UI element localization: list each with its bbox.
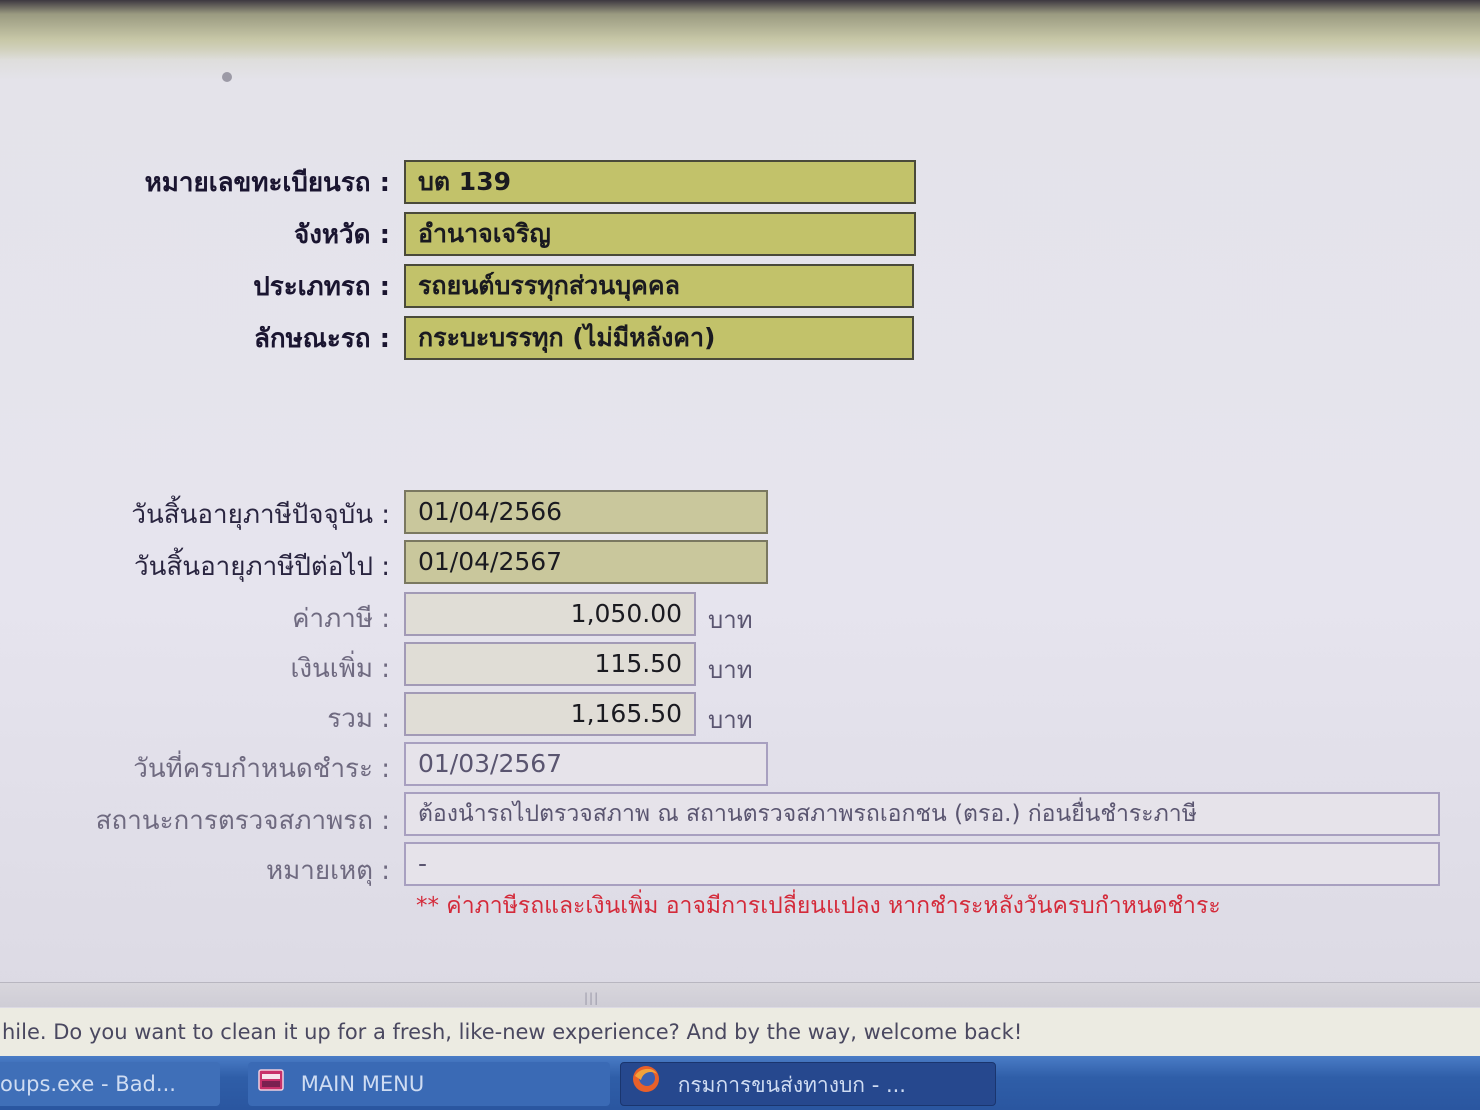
body-type-field: กระบะบรรทุก (ไม่มีหลังคา) [404,316,914,360]
taskbar-item-label: oups.exe - Bad... [0,1072,176,1096]
remark-field: - [404,842,1440,886]
firefox-icon [631,1064,661,1106]
inspection-status-label: สถานะการตรวจสภาพรถ : [95,806,390,836]
total-field: 1,165.50 [404,692,696,736]
taskbar-item-bad-image[interactable]: oups.exe - Bad... [0,1062,220,1106]
taskbar-item-label: กรมการขนส่งทางบก - ... [677,1073,906,1097]
plate-label: หมายเลขทะเบียนรถ : [144,168,390,198]
taskbar-item-main-menu[interactable]: MAIN MENU [248,1062,610,1106]
inspection-status-field: ต้องนำรถไปตรวจสภาพ ณ สถานตรวจสภาพรถเอกชน… [404,792,1440,836]
surcharge-unit: บาท [708,656,753,684]
taskbar: oups.exe - Bad... MAIN MENU กรมการขนส่งท… [0,1056,1480,1110]
taskbar-item-dlt-browser[interactable]: กรมการขนส่งทางบก - ... [620,1062,996,1106]
total-label: รวม : [327,704,390,734]
tax-amount-field: 1,050.00 [404,592,696,636]
surcharge-field: 115.50 [404,642,696,686]
total-unit: บาท [708,706,753,734]
plate-field: บต 139 [404,160,916,204]
province-field: อำนาจเจริญ [404,212,916,256]
body-type-label: ลักษณะรถ : [253,324,390,354]
taskbar-item-label: MAIN MENU [300,1072,425,1096]
app-window-icon [258,1063,284,1106]
horizontal-scrollbar[interactable]: ||| [0,982,1480,1007]
surcharge-label: เงินเพิ่ม : [290,654,390,684]
due-date-label: วันที่ครบกำหนดชำระ : [133,754,390,784]
price-change-warning: ** ค่าภาษีรถและเงินเพิ่ม อาจมีการเปลี่ยน… [416,893,1221,919]
tax-amount-label: ค่าภาษี : [292,604,390,634]
tax-amount-unit: บาท [708,606,753,634]
current-expiry-field: 01/04/2566 [404,490,768,534]
due-date-field: 01/03/2567 [404,742,768,786]
window-top-edge [0,0,1480,60]
next-expiry-field: 01/04/2567 [404,540,768,584]
next-expiry-label: วันสิ้นอายุภาษีปีต่อไป : [134,552,390,582]
vehicle-type-label: ประเภทรถ : [253,272,390,302]
vehicle-type-field: รถยนต์บรรทุกส่วนบุคคล [404,264,914,308]
bullet-dot [222,72,232,82]
notification-balloon[interactable]: hile. Do you want to clean it up for a f… [0,1008,1480,1056]
scroll-grip-icon[interactable]: ||| [584,991,599,1005]
remark-label: หมายเหตุ : [265,856,390,886]
province-label: จังหวัด : [293,220,390,250]
current-expiry-label: วันสิ้นอายุภาษีปัจจุบัน : [131,500,390,530]
